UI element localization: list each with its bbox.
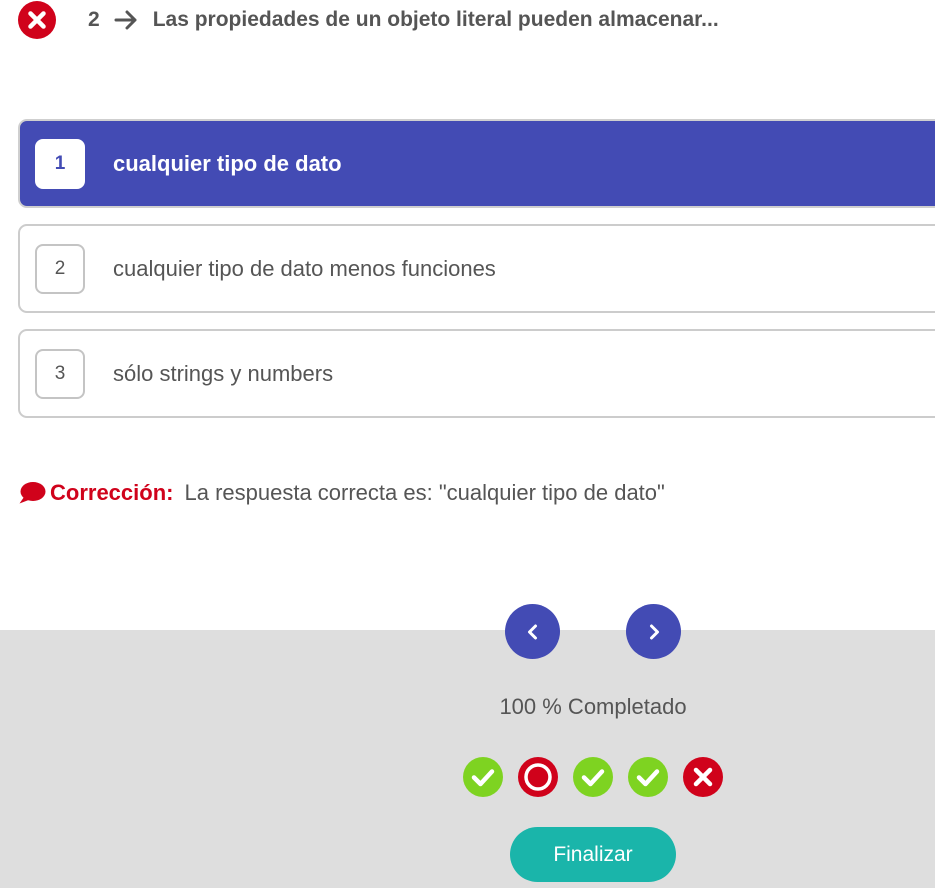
option-number: 3: [35, 348, 85, 399]
question-4-correct-icon[interactable]: [628, 757, 668, 797]
question-header: 2 Las propiedades de un objeto literal p…: [18, 1, 719, 39]
option-text: cualquier tipo de dato: [113, 150, 342, 176]
option-text: sólo strings y numbers: [113, 360, 334, 386]
answer-option-2[interactable]: 2 cualquier tipo de dato menos funciones: [18, 224, 935, 313]
answer-option-3[interactable]: 3 sólo strings y numbers: [18, 329, 935, 418]
question-5-incorrect-icon[interactable]: [683, 757, 723, 797]
correction-label: Corrección:: [50, 480, 174, 505]
question-2-current-icon[interactable]: [518, 757, 558, 797]
question-3-correct-icon[interactable]: [573, 757, 613, 797]
correction-text: La respuesta correcta es: "cualquier tip…: [184, 480, 665, 505]
correction-feedback: Corrección: La respuesta correcta es: "c…: [18, 478, 665, 508]
arrow-right-icon: [114, 9, 138, 31]
previous-button[interactable]: [505, 604, 560, 659]
question-1-correct-icon[interactable]: [463, 757, 503, 797]
incorrect-status-icon: [18, 1, 56, 39]
chevron-right-icon: [649, 624, 659, 639]
option-number: 2: [35, 243, 85, 294]
answer-option-1[interactable]: 1 cualquier tipo de dato: [18, 119, 935, 208]
chat-bubble-icon: [18, 481, 46, 505]
question-number: 2: [88, 8, 100, 31]
chevron-left-icon: [527, 624, 537, 639]
answer-options: 1 cualquier tipo de dato 2 cualquier tip…: [18, 119, 935, 434]
question-progress-dots: [463, 756, 723, 798]
question-title: Las propiedades de un objeto literal pue…: [152, 8, 719, 31]
progress-text: 100 % Completado: [499, 694, 687, 719]
next-button[interactable]: [626, 604, 681, 659]
option-number: 1: [35, 138, 85, 189]
option-text: cualquier tipo de dato menos funciones: [113, 255, 496, 281]
finish-button[interactable]: Finalizar: [510, 827, 676, 882]
